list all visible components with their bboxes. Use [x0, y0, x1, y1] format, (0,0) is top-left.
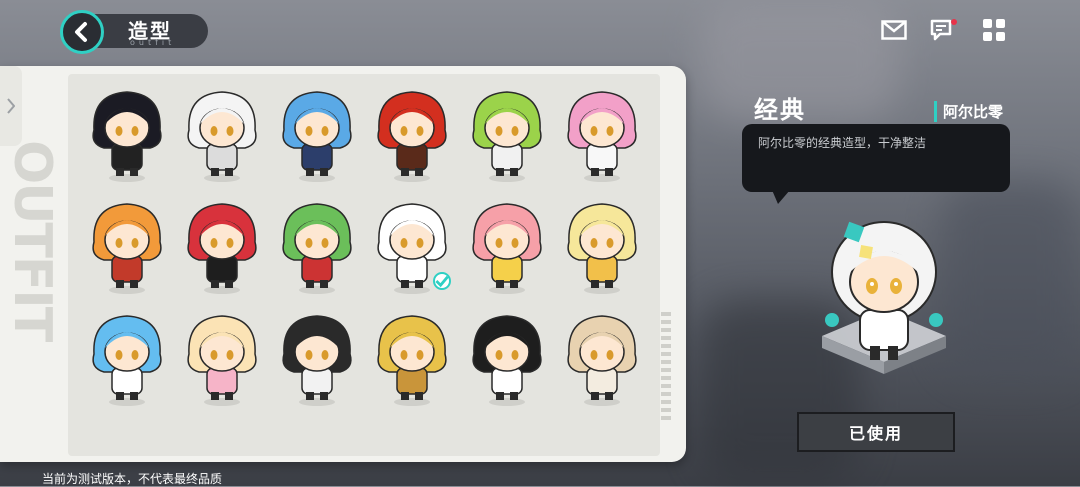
- outfit-item[interactable]: [274, 308, 360, 408]
- panel-collapse-tab[interactable]: [0, 66, 22, 146]
- outfit-panel: OUTFIT: [0, 66, 686, 462]
- menu-button[interactable]: [980, 16, 1008, 44]
- back-button[interactable]: [60, 10, 104, 54]
- character-avatar: [187, 91, 257, 182]
- character-avatar: [567, 91, 637, 182]
- scrollbar[interactable]: [661, 312, 671, 482]
- character-avatar: [472, 91, 542, 182]
- grid-menu-icon: [983, 19, 1005, 41]
- character-avatar: [187, 203, 257, 294]
- outfit-item[interactable]: [559, 84, 645, 184]
- outfit-item[interactable]: [464, 84, 550, 184]
- character-avatar: [567, 315, 637, 406]
- chevron-right-icon: [7, 98, 15, 114]
- character-avatar: [92, 91, 162, 182]
- character-avatar: [282, 91, 352, 182]
- outfit-item[interactable]: [369, 84, 455, 184]
- outfit-item[interactable]: [369, 196, 455, 296]
- chat-icon: [930, 19, 957, 41]
- panel-watermark: OUTFIT: [2, 140, 62, 341]
- outfit-item[interactable]: [369, 308, 455, 408]
- character-avatar: [92, 315, 162, 406]
- background-blur: [940, 180, 1080, 380]
- equipped-check-icon: [433, 272, 451, 290]
- character-name: 阿尔比零: [934, 101, 1003, 122]
- character-avatar: [282, 203, 352, 294]
- outfit-name: 经典: [754, 96, 806, 124]
- mail-icon: [881, 20, 907, 40]
- outfit-item[interactable]: [179, 84, 265, 184]
- outfit-grid: [68, 74, 660, 456]
- character-avatar: [92, 203, 162, 294]
- character-avatar: [567, 203, 637, 294]
- outfit-item[interactable]: [464, 308, 550, 408]
- outfit-item[interactable]: [84, 84, 170, 184]
- outfit-item[interactable]: [464, 196, 550, 296]
- outfit-item[interactable]: [274, 84, 360, 184]
- outfit-item[interactable]: [84, 308, 170, 408]
- character-avatar: [472, 315, 542, 406]
- back-arrow-icon: [75, 22, 87, 42]
- character-avatar: [377, 315, 447, 406]
- outfit-item[interactable]: [274, 196, 360, 296]
- character-avatar: [377, 91, 447, 182]
- character-preview: [820, 210, 948, 380]
- chat-button[interactable]: [930, 16, 958, 44]
- character-avatar: [187, 315, 257, 406]
- outfit-item[interactable]: [559, 196, 645, 296]
- mail-button[interactable]: [880, 16, 908, 44]
- test-version-notice: 当前为测试版本，不代表最终品质: [42, 472, 223, 486]
- character-avatar: [472, 203, 542, 294]
- outfit-item[interactable]: [179, 308, 265, 408]
- use-outfit-button[interactable]: 已使用: [797, 412, 955, 452]
- description-bubble-tail: [772, 190, 790, 204]
- outfit-description: 阿尔比零的经典造型，干净整洁: [758, 136, 927, 150]
- outfit-item[interactable]: [84, 196, 170, 296]
- character-avatar: [282, 315, 352, 406]
- outfit-item[interactable]: [559, 308, 645, 408]
- outfit-item[interactable]: [179, 196, 265, 296]
- page-subtitle: outfit: [130, 38, 176, 47]
